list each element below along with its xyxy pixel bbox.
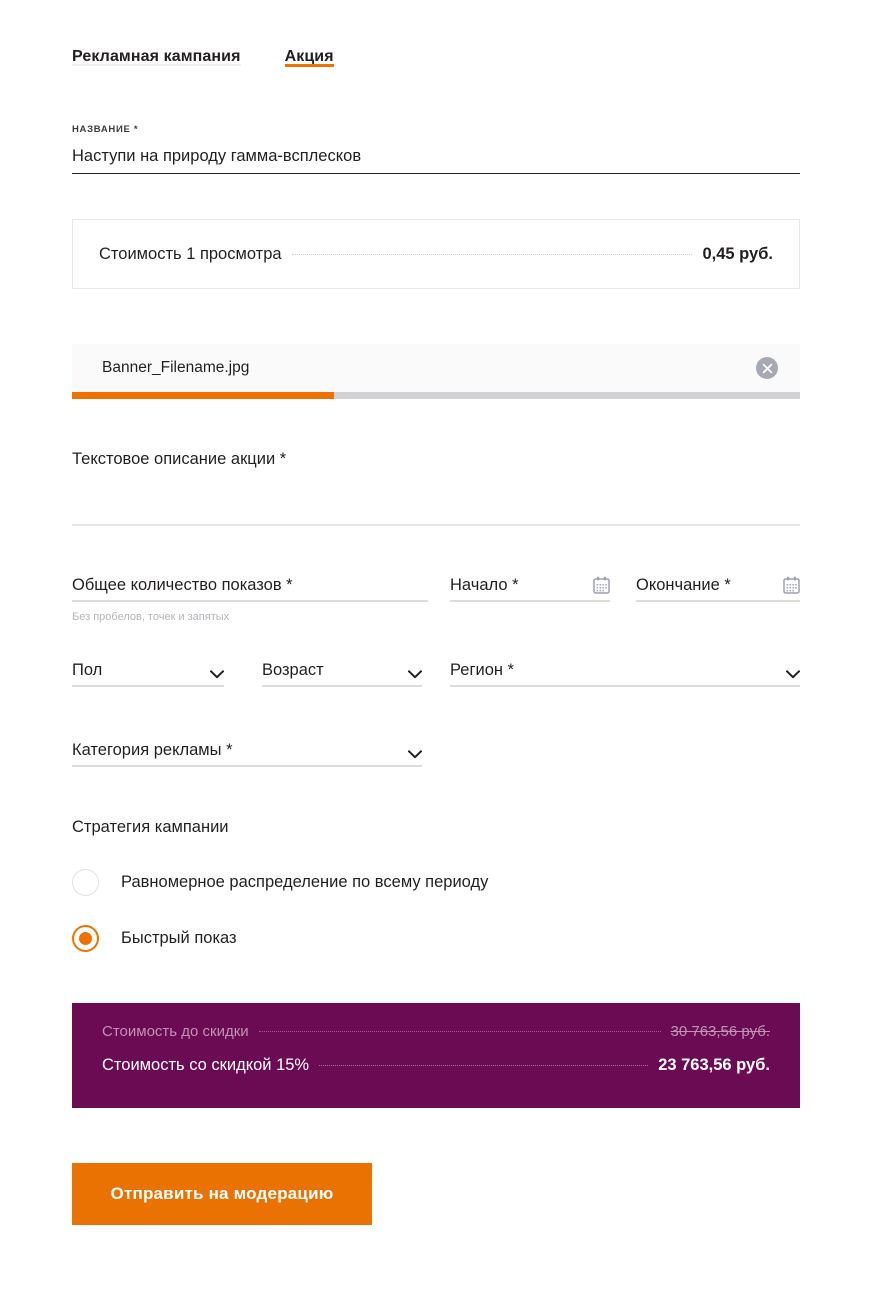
view-price-card: Стоимость 1 просмотра 0,45 руб.	[72, 219, 800, 289]
ad-category-select[interactable]: Категория рекламы *	[72, 735, 422, 767]
region-select[interactable]: Регион *	[450, 655, 800, 687]
tab-label: Рекламная кампания	[72, 48, 241, 65]
strategy-label: Стратегия кампании	[72, 818, 229, 836]
ad-category-select-inner: Категория рекламы *	[72, 735, 422, 765]
tab-label: Акция	[284, 48, 334, 65]
gender-label: Пол	[72, 660, 103, 679]
impressions-underline	[72, 600, 428, 602]
uploaded-file-row: Banner_Filename.jpg	[72, 344, 800, 392]
cost-before-discount-row: Стоимость до скидки 30 763,56 руб.	[102, 1023, 770, 1040]
start-date-field-inner: Начало *	[450, 570, 610, 600]
cost-summary-panel: Стоимость до скидки 30 763,56 руб. Стоим…	[72, 1003, 800, 1108]
gender-select[interactable]: Пол	[72, 655, 224, 687]
chevron-down-icon[interactable]	[210, 666, 224, 678]
dotted-leader	[291, 253, 693, 255]
tab-active-underline	[284, 64, 334, 67]
region-select-inner: Регион *	[450, 655, 800, 685]
uploaded-file-name: Banner_Filename.jpg	[102, 359, 250, 376]
start-date-field[interactable]: Начало *	[450, 570, 610, 602]
end-date-field-inner: Окончание *	[636, 570, 800, 600]
cost-after-discount-row: Стоимость со скидкой 15% 23 763,56 руб.	[102, 1056, 770, 1075]
strategy-option-fast[interactable]: Быстрый показ	[72, 925, 237, 952]
end-date-field[interactable]: Окончание *	[636, 570, 800, 602]
submit-for-moderation-button[interactable]: Отправить на модерацию	[72, 1163, 372, 1225]
description-underline[interactable]	[72, 524, 800, 526]
close-circle-icon[interactable]	[756, 357, 778, 379]
chevron-down-icon[interactable]	[408, 746, 422, 758]
title-field-caption: НАЗВАНИЕ *	[72, 124, 139, 135]
strategy-option-even[interactable]: Равномерное распределение по всему перио…	[72, 869, 488, 896]
strategy-option-label: Равномерное распределение по всему перио…	[121, 873, 489, 891]
upload-progress-bar	[72, 392, 800, 399]
calendar-icon[interactable]	[593, 576, 610, 594]
tab-promo[interactable]: Акция	[284, 48, 334, 80]
dotted-leader	[319, 1065, 649, 1066]
description-label: Текстовое описание акции *	[72, 450, 287, 468]
region-underline	[450, 685, 800, 687]
form-tabs: Рекламная кампания Акция	[72, 48, 334, 80]
ad-category-label: Категория рекламы *	[72, 740, 233, 759]
promo-campaign-form: Рекламная кампания Акция НАЗВАНИЕ * Стои…	[0, 0, 874, 1315]
gender-select-inner: Пол	[72, 655, 224, 685]
impressions-label: Общее количество показов *	[72, 575, 293, 594]
impressions-field[interactable]: Общее количество показов * Без пробелов,…	[72, 570, 428, 623]
cost-before-discount-value: 30 763,56 руб.	[670, 1023, 771, 1040]
chevron-down-icon[interactable]	[408, 666, 422, 678]
impressions-field-inner: Общее количество показов *	[72, 570, 428, 600]
cost-after-discount-value: 23 763,56 руб.	[658, 1056, 770, 1074]
age-label: Возраст	[262, 660, 324, 679]
calendar-icon[interactable]	[783, 576, 800, 594]
gender-underline	[72, 685, 224, 687]
end-date-label: Окончание *	[636, 575, 731, 594]
radio-icon[interactable]	[72, 869, 99, 896]
dotted-leader	[258, 1031, 661, 1032]
age-select-inner: Возраст	[262, 655, 422, 685]
chevron-down-icon[interactable]	[786, 666, 800, 678]
title-input[interactable]	[72, 139, 800, 174]
view-price-label: Стоимость 1 просмотра	[99, 244, 282, 263]
strategy-option-label: Быстрый показ	[121, 929, 237, 947]
cost-after-discount-label: Стоимость со скидкой 15%	[102, 1056, 310, 1074]
view-price-row: Стоимость 1 просмотра 0,45 руб.	[99, 245, 773, 264]
start-date-underline	[450, 600, 610, 602]
radio-icon-selected[interactable]	[72, 925, 99, 952]
end-date-underline	[636, 600, 800, 602]
ad-category-underline	[72, 765, 422, 767]
view-price-value: 0,45 руб.	[702, 244, 773, 263]
age-underline	[262, 685, 422, 687]
impressions-hint: Без пробелов, точек и запятых	[72, 610, 230, 623]
start-date-label: Начало *	[450, 575, 519, 594]
tab-advertising-campaign[interactable]: Рекламная кампания	[72, 48, 241, 80]
region-label: Регион *	[450, 660, 514, 679]
upload-progress-fill	[72, 392, 335, 399]
cost-before-discount-label: Стоимость до скидки	[102, 1023, 249, 1040]
age-select[interactable]: Возраст	[262, 655, 422, 687]
tab-underline	[72, 64, 241, 66]
